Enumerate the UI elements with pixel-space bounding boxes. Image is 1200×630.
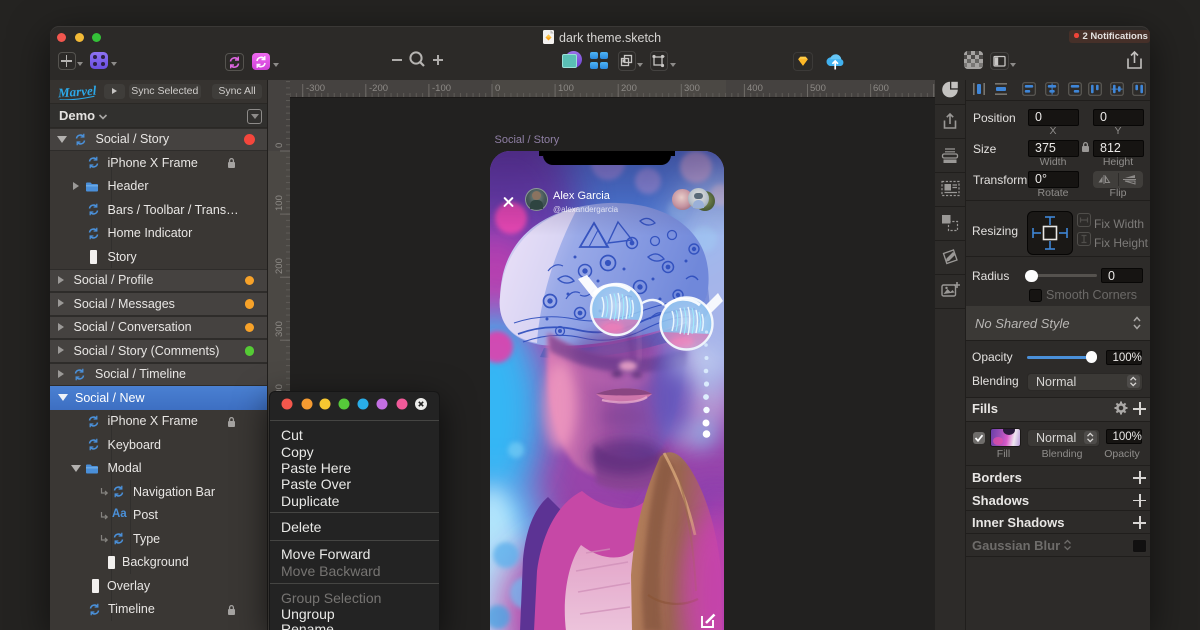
- svg-text:300: 300: [274, 321, 285, 337]
- svg-text:-100: -100: [432, 83, 451, 94]
- svg-text:0: 0: [495, 83, 500, 94]
- svg-text:100: 100: [558, 83, 574, 94]
- svg-text:600: 600: [873, 83, 889, 94]
- svg-text:100: 100: [274, 195, 285, 211]
- svg-text:0: 0: [274, 143, 285, 148]
- svg-text:200: 200: [621, 83, 637, 94]
- svg-text:400: 400: [747, 83, 763, 94]
- svg-text:500: 500: [810, 83, 826, 94]
- svg-text:300: 300: [684, 83, 700, 94]
- svg-text:-300: -300: [306, 83, 325, 94]
- svg-text:200: 200: [274, 258, 285, 274]
- svg-text:-200: -200: [369, 83, 388, 94]
